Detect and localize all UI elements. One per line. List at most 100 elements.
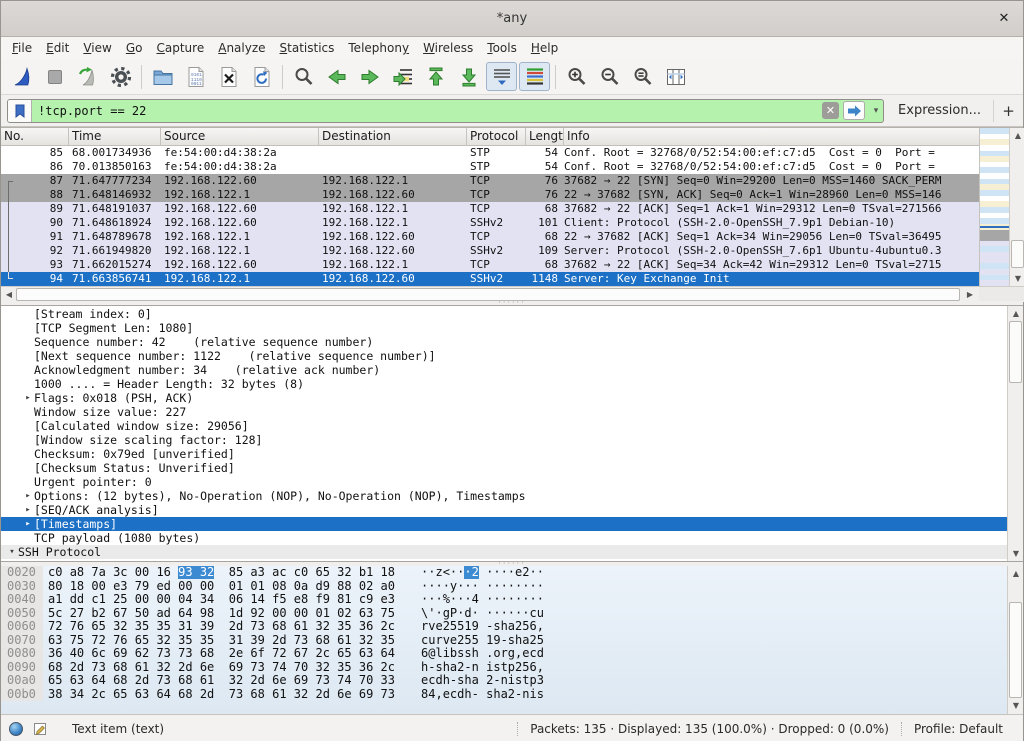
- packet-list-vscrollbar[interactable]: ▲ ▼: [1009, 128, 1024, 286]
- expert-info-icon[interactable]: [9, 722, 23, 736]
- hex-row[interactable]: 00505c 27 b2 67 50 ad 64 98 1d 92 00 00 …: [1, 607, 1007, 621]
- vscroll-thumb[interactable]: [1011, 240, 1024, 268]
- close-window-icon[interactable]: ✕: [995, 10, 1013, 28]
- add-filter-button[interactable]: +: [993, 100, 1015, 122]
- stop-capture-button[interactable]: [39, 62, 70, 91]
- scroll-down-icon[interactable]: ▼: [1009, 547, 1023, 560]
- detail-line[interactable]: [Checksum Status: Unverified]: [1, 461, 1007, 475]
- menu-statistics[interactable]: Statistics: [273, 39, 342, 57]
- packet-row-87[interactable]: 8771.647777234192.168.122.60192.168.122.…: [1, 174, 979, 188]
- expression-button[interactable]: Expression...: [898, 103, 981, 118]
- scroll-up-icon[interactable]: ▲: [1009, 567, 1023, 580]
- vscroll-thumb[interactable]: [1009, 321, 1022, 383]
- packet-row-90[interactable]: 9071.648618924192.168.122.60192.168.122.…: [1, 216, 979, 230]
- detail-line[interactable]: TCP payload (1080 bytes): [1, 531, 1007, 545]
- menu-tools[interactable]: Tools: [480, 39, 524, 57]
- column-header-time[interactable]: Time: [69, 128, 161, 145]
- menu-wireless[interactable]: Wireless: [416, 39, 480, 57]
- menu-go[interactable]: Go: [119, 39, 150, 57]
- save-capture-file-button[interactable]: 010111100011: [180, 62, 211, 91]
- packet-list-hscrollbar[interactable]: ◀ ▶: [1, 286, 979, 302]
- menu-view[interactable]: View: [76, 39, 118, 57]
- start-capture-button[interactable]: [6, 62, 37, 91]
- hex-row[interactable]: 0040a1 dd c1 25 00 00 04 34 06 14 f5 e8 …: [1, 593, 1007, 607]
- detail-line[interactable]: Acknowledgment number: 34 (relative ack …: [1, 363, 1007, 377]
- hex-row[interactable]: 00a065 63 64 68 2d 73 68 61 32 2d 6e 69 …: [1, 674, 1007, 688]
- filter-bookmark-button[interactable]: [8, 100, 32, 122]
- find-packet-button[interactable]: [288, 62, 319, 91]
- scroll-down-icon[interactable]: ▼: [1011, 272, 1024, 285]
- packet-row-85[interactable]: 8568.001734936fe:54:00:d4:38:2aSTP54Conf…: [1, 146, 979, 160]
- detail-line[interactable]: [Calculated window size: 29056]: [1, 419, 1007, 433]
- detail-line[interactable]: ▸[Timestamps]: [1, 517, 1007, 531]
- scroll-right-icon[interactable]: ▶: [963, 288, 977, 301]
- profile-text[interactable]: Profile: Default: [901, 722, 1015, 736]
- menu-help[interactable]: Help: [524, 39, 565, 57]
- detail-line[interactable]: 1000 .... = Header Length: 32 bytes (8): [1, 377, 1007, 391]
- auto-scroll-button[interactable]: [486, 62, 517, 91]
- scroll-up-icon[interactable]: ▲: [1011, 129, 1024, 142]
- hex-row[interactable]: 006072 76 65 32 35 35 31 39 2d 73 68 61 …: [1, 620, 1007, 634]
- hex-row[interactable]: 00b038 34 2c 65 63 64 68 2d 73 68 61 32 …: [1, 688, 1007, 702]
- restart-capture-button[interactable]: [72, 62, 103, 91]
- capture-options-button[interactable]: [105, 62, 136, 91]
- menu-edit[interactable]: Edit: [39, 39, 76, 57]
- detail-line[interactable]: Window size value: 227: [1, 405, 1007, 419]
- detail-line[interactable]: [Next sequence number: 1122 (relative se…: [1, 349, 1007, 363]
- scroll-left-icon[interactable]: ◀: [2, 288, 16, 301]
- detail-line[interactable]: ▸[SEQ/ACK analysis]: [1, 503, 1007, 517]
- zoom-reset-button[interactable]: [627, 62, 658, 91]
- menu-analyze[interactable]: Analyze: [211, 39, 272, 57]
- resize-columns-button[interactable]: [660, 62, 691, 91]
- hscroll-thumb[interactable]: [16, 288, 960, 301]
- filter-dropdown-caret-icon[interactable]: ▾: [869, 106, 883, 116]
- hex-row[interactable]: 0020c0 a8 7a 3c 00 16 93 32 85 a3 ac c0 …: [1, 566, 1007, 580]
- hex-row[interactable]: 008036 40 6c 69 62 73 73 68 2e 6f 72 67 …: [1, 647, 1007, 661]
- menu-telephony[interactable]: Telephony: [341, 39, 416, 57]
- expander-closed-icon[interactable]: ▸: [22, 391, 34, 405]
- expander-closed-icon[interactable]: ▸: [22, 503, 34, 517]
- detail-line[interactable]: [Window size scaling factor: 128]: [1, 433, 1007, 447]
- detail-line[interactable]: ▸Options: (12 bytes), No-Operation (NOP)…: [1, 489, 1007, 503]
- detail-line[interactable]: Checksum: 0x79ed [unverified]: [1, 447, 1007, 461]
- hex-row[interactable]: 003080 18 00 e3 79 ed 00 00 01 01 08 0a …: [1, 580, 1007, 594]
- hex-row[interactable]: 009068 2d 73 68 61 32 2d 6e 69 73 74 70 …: [1, 661, 1007, 675]
- zoom-in-button[interactable]: [561, 62, 592, 91]
- reload-capture-file-button[interactable]: [246, 62, 277, 91]
- vscroll-thumb[interactable]: [1009, 602, 1022, 698]
- detail-line[interactable]: Sequence number: 42 (relative sequence n…: [1, 335, 1007, 349]
- column-header-length[interactable]: Length: [526, 128, 564, 145]
- display-filter-input[interactable]: [32, 101, 822, 121]
- packet-row-86[interactable]: 8670.013850163fe:54:00:d4:38:2aSTP54Conf…: [1, 160, 979, 174]
- go-first-packet-button[interactable]: [420, 62, 451, 91]
- column-header-info[interactable]: Info: [564, 128, 979, 145]
- hex-row[interactable]: 007063 75 72 76 65 32 35 35 31 39 2d 73 …: [1, 634, 1007, 648]
- column-header-source[interactable]: Source: [161, 128, 319, 145]
- close-capture-file-button[interactable]: [213, 62, 244, 91]
- detail-line[interactable]: Urgent pointer: 0: [1, 475, 1007, 489]
- scroll-down-icon[interactable]: ▼: [1009, 699, 1023, 712]
- detail-line[interactable]: ▸Flags: 0x018 (PSH, ACK): [1, 391, 1007, 405]
- column-header-destination[interactable]: Destination: [319, 128, 467, 145]
- menu-capture[interactable]: Capture: [149, 39, 211, 57]
- bytes-vscrollbar[interactable]: ▲ ▼: [1007, 566, 1023, 714]
- packet-row-92[interactable]: 9271.661949820192.168.122.1192.168.122.6…: [1, 244, 979, 258]
- expander-closed-icon[interactable]: ▸: [22, 517, 34, 531]
- capture-comment-icon[interactable]: [33, 721, 48, 736]
- packet-row-91[interactable]: 9171.648789678192.168.122.1192.168.122.6…: [1, 230, 979, 244]
- go-to-packet-button[interactable]: [387, 62, 418, 91]
- detail-line[interactable]: [TCP Segment Len: 1080]: [1, 321, 1007, 335]
- packet-row-93[interactable]: 9371.662015274192.168.122.60192.168.122.…: [1, 258, 979, 272]
- clear-filter-icon[interactable]: ✕: [822, 102, 839, 119]
- scroll-up-icon[interactable]: ▲: [1009, 307, 1023, 320]
- expander-open-icon[interactable]: ▾: [6, 545, 18, 559]
- go-last-packet-button[interactable]: [453, 62, 484, 91]
- packet-row-89[interactable]: 8971.648191037192.168.122.60192.168.122.…: [1, 202, 979, 216]
- expander-closed-icon[interactable]: ▸: [22, 489, 34, 503]
- display-filter-field[interactable]: ✕ ▾: [7, 99, 884, 123]
- packet-row-94[interactable]: 9471.663856741192.168.122.1192.168.122.6…: [1, 272, 979, 286]
- detail-line[interactable]: [Stream index: 0]: [1, 307, 1007, 321]
- apply-filter-button[interactable]: [843, 101, 865, 120]
- colorize-packets-button[interactable]: [519, 62, 550, 91]
- open-capture-file-button[interactable]: [147, 62, 178, 91]
